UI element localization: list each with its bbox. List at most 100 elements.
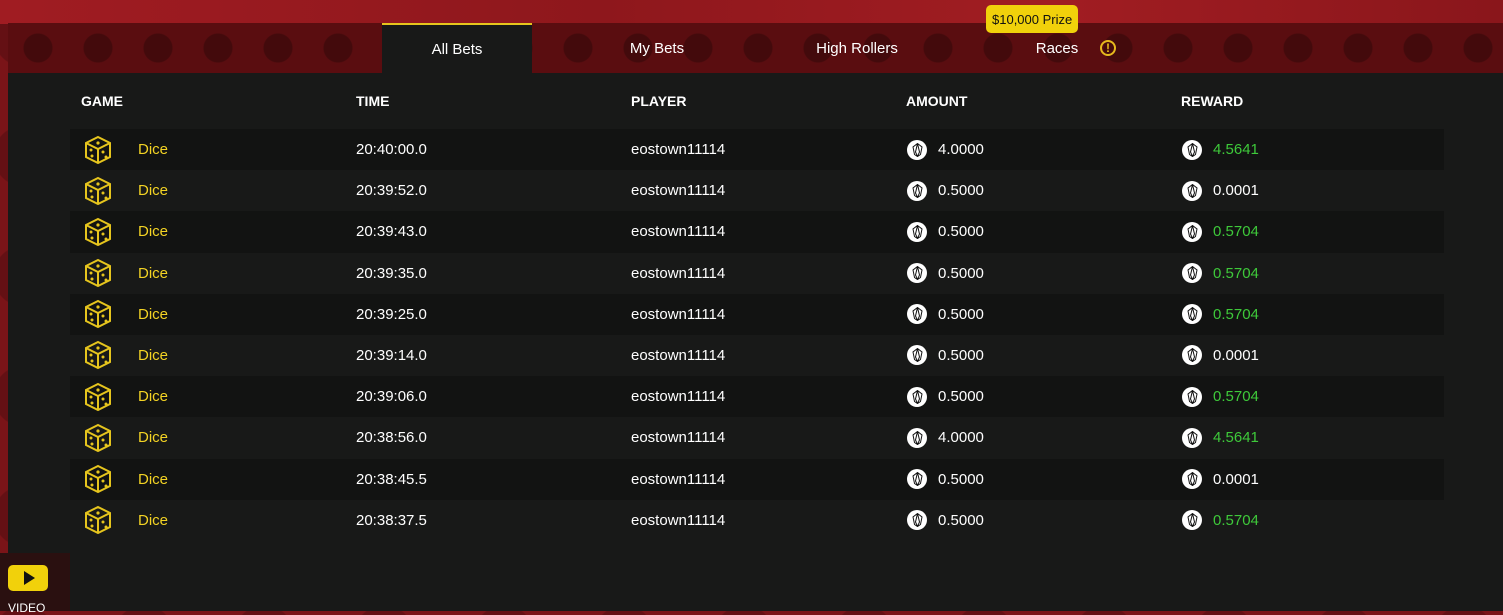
bet-reward: 0.0001 <box>1182 335 1259 376</box>
reward-value: 0.5704 <box>1213 511 1259 529</box>
amount-value: 0.5000 <box>938 470 984 488</box>
player-name[interactable]: eostown11114 <box>631 253 725 294</box>
table-row[interactable]: Dice 20:38:37.5 eostown11114 0.5000 0.57… <box>70 500 1444 541</box>
bet-time: 20:39:52.0 <box>356 182 427 200</box>
reward-value: 0.0001 <box>1213 182 1259 200</box>
bet-reward: 0.5704 <box>1182 253 1259 294</box>
bet-time: 20:38:37.5 <box>356 511 427 529</box>
player-name[interactable]: eostown11114 <box>631 376 725 417</box>
amount-value: 4.0000 <box>938 141 984 158</box>
dice-game-icon <box>82 376 114 417</box>
bet-time: 20:38:45.5 <box>356 470 427 488</box>
bets-tab-bar: All Bets My Bets High Rollers Races ! <box>8 23 1503 73</box>
bet-reward: 0.0001 <box>1182 170 1259 211</box>
game-name[interactable]: Dice <box>138 211 168 252</box>
column-header-amount: AMOUNT <box>906 93 968 109</box>
table-row[interactable]: Dice 20:38:56.0 eostown11114 4.0000 4.56… <box>70 417 1444 458</box>
game-name[interactable]: Dice <box>138 500 168 541</box>
player-name[interactable]: eostown11114 <box>631 170 725 211</box>
player-name[interactable]: eostown11114 <box>631 500 725 541</box>
bet-time: 20:39:06.0 <box>356 388 427 406</box>
column-header-reward: REWARD <box>1181 93 1244 109</box>
tab-all-bets[interactable]: All Bets <box>382 23 532 73</box>
video-widget[interactable]: VIDEO <box>0 553 70 615</box>
bet-amount: 0.5000 <box>907 459 984 500</box>
bet-amount: 0.5000 <box>907 376 984 417</box>
bet-time: 20:39:14.0 <box>356 346 427 364</box>
eos-token-icon <box>907 469 927 489</box>
column-header-game: GAME <box>81 93 123 109</box>
bet-reward: 0.0001 <box>1182 459 1259 500</box>
bet-amount: 4.0000 <box>907 129 984 170</box>
bet-reward: 0.5704 <box>1182 211 1259 252</box>
table-row[interactable]: Dice 20:39:06.0 eostown11114 0.5000 0.57… <box>70 376 1444 418</box>
eos-token-icon <box>907 304 927 325</box>
bet-time: 20:39:35.0 <box>356 264 427 282</box>
table-row[interactable]: Dice 20:39:43.0 eostown11114 0.5000 0.57… <box>70 211 1444 253</box>
eos-token-icon <box>907 180 927 201</box>
dice-game-icon <box>82 253 114 294</box>
bet-amount: 0.5000 <box>907 211 984 252</box>
bets-table-body: Dice 20:40:00.0 eostown11114 4.0000 4.56… <box>70 129 1444 541</box>
eos-token-icon <box>1182 469 1202 489</box>
game-name[interactable]: Dice <box>138 376 168 417</box>
dice-game-icon <box>82 294 114 335</box>
reward-value: 0.5704 <box>1213 305 1259 323</box>
table-row[interactable]: Dice 20:40:00.0 eostown11114 4.0000 4.56… <box>70 129 1444 171</box>
table-row[interactable]: Dice 20:39:35.0 eostown11114 0.5000 0.57… <box>70 253 1444 294</box>
game-name[interactable]: Dice <box>138 335 168 376</box>
tab-high-rollers[interactable]: High Rollers <box>782 23 932 73</box>
amount-value: 0.5000 <box>938 511 984 529</box>
bet-reward: 4.5641 <box>1182 129 1259 170</box>
bet-time: 20:38:56.0 <box>356 429 427 447</box>
table-row[interactable]: Dice 20:39:25.0 eostown11114 0.5000 0.57… <box>70 293 1444 335</box>
bet-time: 20:40:00.0 <box>356 141 427 158</box>
player-name[interactable]: eostown11114 <box>631 294 725 335</box>
reward-value: 0.0001 <box>1213 346 1259 364</box>
player-name[interactable]: eostown11114 <box>631 211 725 252</box>
bet-reward: 0.5704 <box>1182 376 1259 417</box>
bet-amount: 0.5000 <box>907 335 984 376</box>
play-video-icon[interactable] <box>8 565 48 591</box>
eos-token-icon <box>1182 221 1202 242</box>
table-row[interactable]: Dice 20:38:45.5 eostown11114 0.5000 0.00… <box>70 458 1444 500</box>
bet-amount: 0.5000 <box>907 170 984 211</box>
game-name[interactable]: Dice <box>138 253 168 294</box>
dice-game-icon <box>82 129 114 170</box>
dice-game-icon <box>82 417 114 458</box>
eos-token-icon <box>1182 345 1202 366</box>
player-name[interactable]: eostown11114 <box>631 459 725 500</box>
amount-value: 0.5000 <box>938 223 984 241</box>
bet-amount: 0.5000 <box>907 253 984 294</box>
reward-value: 0.5704 <box>1213 388 1259 406</box>
eos-token-icon <box>907 139 927 160</box>
amount-value: 0.5000 <box>938 264 984 282</box>
player-name[interactable]: eostown11114 <box>631 335 725 376</box>
column-header-time: TIME <box>356 93 390 109</box>
table-row[interactable]: Dice 20:39:14.0 eostown11114 0.5000 0.00… <box>70 335 1444 376</box>
prize-badge: $10,000 Prize <box>986 5 1079 33</box>
player-name[interactable]: eostown11114 <box>631 417 725 458</box>
bet-reward: 4.5641 <box>1182 417 1259 458</box>
races-info-icon[interactable]: ! <box>1100 40 1116 56</box>
eos-token-icon <box>1182 139 1202 160</box>
bet-time: 20:39:25.0 <box>356 305 427 323</box>
bet-reward: 0.5704 <box>1182 294 1259 335</box>
dice-game-icon <box>82 500 114 541</box>
bet-amount: 0.5000 <box>907 500 984 541</box>
reward-value: 0.5704 <box>1213 223 1259 241</box>
tab-my-bets[interactable]: My Bets <box>582 23 732 73</box>
game-name[interactable]: Dice <box>138 417 168 458</box>
eos-token-icon <box>1182 263 1202 284</box>
bet-amount: 0.5000 <box>907 294 984 335</box>
game-name[interactable]: Dice <box>138 294 168 335</box>
game-name[interactable]: Dice <box>138 129 168 170</box>
player-name[interactable]: eostown11114 <box>631 129 725 170</box>
bets-panel: All Bets My Bets High Rollers Races ! $1… <box>8 5 1503 611</box>
table-row[interactable]: Dice 20:39:52.0 eostown11114 0.5000 0.00… <box>70 170 1444 211</box>
game-name[interactable]: Dice <box>138 459 168 500</box>
game-name[interactable]: Dice <box>138 170 168 211</box>
reward-value: 0.5704 <box>1213 264 1259 282</box>
eos-token-icon <box>907 427 927 448</box>
amount-value: 0.5000 <box>938 182 984 200</box>
